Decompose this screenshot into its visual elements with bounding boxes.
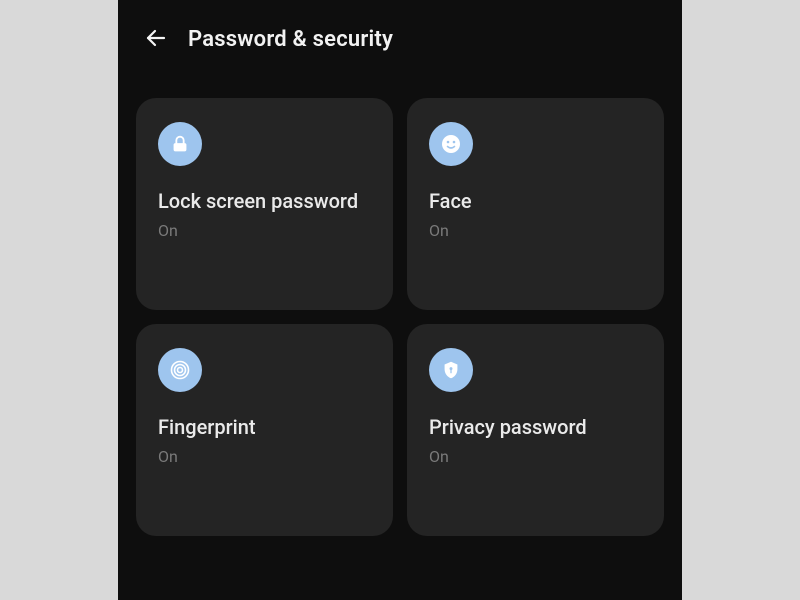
- card-status: On: [158, 447, 371, 466]
- card-title: Lock screen password: [158, 188, 371, 215]
- shield-key-icon: [429, 348, 473, 392]
- arrow-left-icon: [144, 26, 168, 53]
- settings-screen: Password & security Lock screen password…: [118, 0, 682, 600]
- card-fingerprint[interactable]: Fingerprint On: [136, 324, 393, 536]
- header: Password & security: [136, 0, 664, 78]
- page-title: Password & security: [188, 27, 393, 52]
- card-title: Privacy password: [429, 414, 642, 441]
- card-lock-screen-password[interactable]: Lock screen password On: [136, 98, 393, 310]
- fingerprint-icon: [158, 348, 202, 392]
- card-title: Fingerprint: [158, 414, 371, 441]
- face-icon: [429, 122, 473, 166]
- card-title: Face: [429, 188, 642, 215]
- card-status: On: [158, 221, 371, 240]
- card-face[interactable]: Face On: [407, 98, 664, 310]
- card-status: On: [429, 447, 642, 466]
- lock-icon: [158, 122, 202, 166]
- card-status: On: [429, 221, 642, 240]
- back-button[interactable]: [142, 25, 170, 53]
- card-privacy-password[interactable]: Privacy password On: [407, 324, 664, 536]
- security-card-grid: Lock screen password On Face On: [136, 98, 664, 536]
